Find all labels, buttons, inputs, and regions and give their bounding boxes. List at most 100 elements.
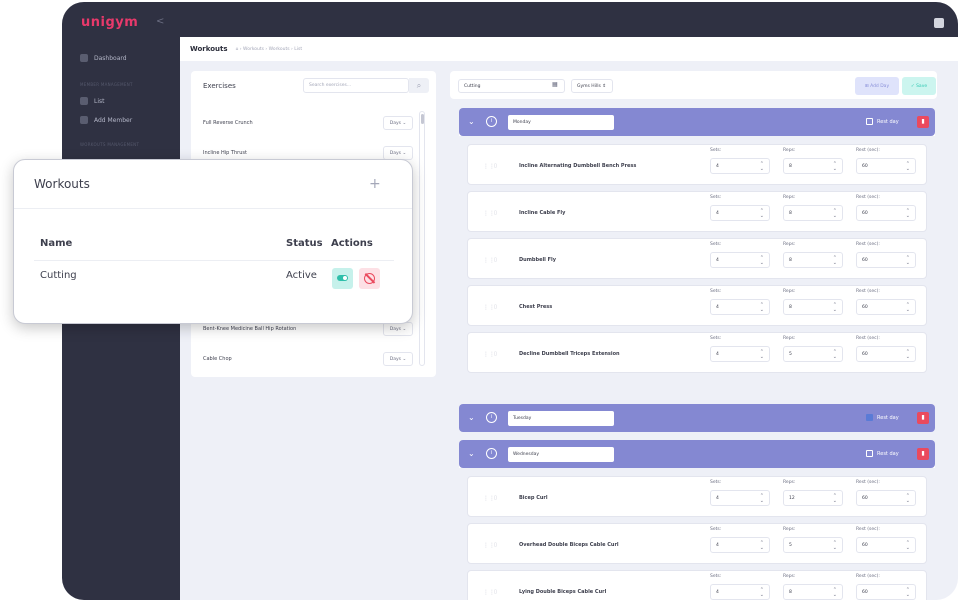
info-icon[interactable]: i xyxy=(486,116,497,127)
add-day-button[interactable]: ⊞ Add Day xyxy=(855,77,899,95)
days-dropdown[interactable]: Days ⌄ xyxy=(383,322,413,336)
info-icon[interactable]: i xyxy=(486,412,497,423)
stepper-icon[interactable]: ⌃ ⌄ xyxy=(906,162,910,172)
stepper-icon[interactable]: ⌃ ⌄ xyxy=(833,303,837,313)
day-header[interactable]: ⌄ i Tuesday Rest day ▮ xyxy=(459,404,935,432)
checkbox-icon[interactable] xyxy=(866,118,873,125)
chevron-left-icon[interactable]: < xyxy=(156,16,164,27)
chevron-down-icon[interactable]: ⌄ xyxy=(468,413,475,422)
sets-input[interactable]: 4 ⌃ ⌄ xyxy=(710,299,770,315)
rest-input[interactable]: 60 ⌃ ⌄ xyxy=(856,299,916,315)
rest-input[interactable]: 60 ⌃ ⌄ xyxy=(856,490,916,506)
trash-icon[interactable]: ▯ xyxy=(494,589,497,595)
sidebar-item-dashboard[interactable]: Dashboard xyxy=(80,54,127,62)
trash-icon[interactable]: ▯ xyxy=(494,210,497,216)
stepper-icon[interactable]: ⌃ ⌄ xyxy=(906,588,910,598)
sets-input[interactable]: 4 ⌃ ⌄ xyxy=(710,252,770,268)
chevron-down-icon[interactable]: ⌄ xyxy=(468,117,475,126)
reps-input[interactable]: 12 ⌃ ⌄ xyxy=(783,490,843,506)
trash-icon[interactable]: ▯ xyxy=(494,257,497,263)
exercise-list-item[interactable]: Incline Hip Thrust Days ⌄ xyxy=(203,146,413,160)
stepper-icon[interactable]: ⌃ ⌄ xyxy=(760,162,764,172)
gym-select[interactable]: Gyms Hills ⇕ xyxy=(571,79,613,93)
stepper-icon[interactable]: ⌃ ⌄ xyxy=(760,494,764,504)
save-button[interactable]: ✓ Save xyxy=(902,77,936,95)
stepper-icon[interactable]: ⌃ ⌄ xyxy=(760,256,764,266)
stepper-icon[interactable]: ⌃ ⌄ xyxy=(760,209,764,219)
rest-day-checkbox[interactable]: Rest day xyxy=(866,414,899,421)
sets-input[interactable]: 4 ⌃ ⌄ xyxy=(710,158,770,174)
user-menu-icon[interactable] xyxy=(934,18,944,28)
day-name-input[interactable]: Monday xyxy=(508,115,614,130)
sets-input[interactable]: 4 ⌃ ⌄ xyxy=(710,205,770,221)
stepper-icon[interactable]: ⌃ ⌄ xyxy=(760,588,764,598)
add-workout-plus-icon[interactable]: + xyxy=(369,176,381,192)
breadcrumb-path[interactable]: ⌂ › Workouts › Workouts › List xyxy=(236,47,303,52)
rest-input[interactable]: 60 ⌃ ⌄ xyxy=(856,252,916,268)
reps-input[interactable]: 8 ⌃ ⌄ xyxy=(783,584,843,600)
stepper-icon[interactable]: ⌃ ⌄ xyxy=(906,256,910,266)
stepper-icon[interactable]: ⌃ ⌄ xyxy=(906,494,910,504)
reps-input[interactable]: 8 ⌃ ⌄ xyxy=(783,205,843,221)
sidebar-item-list[interactable]: List xyxy=(80,97,105,105)
stepper-icon[interactable]: ⌃ ⌄ xyxy=(833,256,837,266)
chevron-down-icon[interactable]: ⌄ xyxy=(468,449,475,458)
activate-toggle-button[interactable] xyxy=(332,268,353,289)
sets-input[interactable]: 4 ⌃ ⌄ xyxy=(710,584,770,600)
sidebar-item-add-member[interactable]: Add Member xyxy=(80,116,132,124)
day-header[interactable]: ⌄ i Monday Rest day ▮ xyxy=(459,108,935,136)
brand-logo[interactable]: unigym xyxy=(81,15,138,30)
info-icon[interactable]: i xyxy=(486,448,497,459)
rest-input[interactable]: 60 ⌃ ⌄ xyxy=(856,537,916,553)
day-name-input[interactable]: Wednesday xyxy=(508,447,614,462)
stepper-icon[interactable]: ⌃ ⌄ xyxy=(906,209,910,219)
stepper-icon[interactable]: ⌃ ⌄ xyxy=(760,303,764,313)
stepper-icon[interactable]: ⌃ ⌄ xyxy=(833,541,837,551)
days-dropdown[interactable]: Days ⌄ xyxy=(383,146,413,160)
trash-icon[interactable]: ▯ xyxy=(494,495,497,501)
trash-icon[interactable]: ▯ xyxy=(494,542,497,548)
stepper-icon[interactable]: ⌃ ⌄ xyxy=(833,209,837,219)
exercise-list-item[interactable]: Full Reverse Crunch Days ⌄ xyxy=(203,116,413,130)
delete-day-button[interactable]: ▮ xyxy=(917,412,929,424)
reps-input[interactable]: 8 ⌃ ⌄ xyxy=(783,252,843,268)
rest-input[interactable]: 60 ⌃ ⌄ xyxy=(856,158,916,174)
checkbox-checked-icon[interactable] xyxy=(866,414,873,421)
scrollbar-thumb[interactable] xyxy=(421,114,424,124)
delete-day-button[interactable]: ▮ xyxy=(917,448,929,460)
reps-input[interactable]: 8 ⌃ ⌄ xyxy=(783,299,843,315)
deactivate-button[interactable] xyxy=(359,268,380,289)
trash-icon[interactable]: ▯ xyxy=(494,304,497,310)
stepper-icon[interactable]: ⌃ ⌄ xyxy=(906,303,910,313)
sets-input[interactable]: 4 ⌃ ⌄ xyxy=(710,537,770,553)
rest-input[interactable]: 60 ⌃ ⌄ xyxy=(856,584,916,600)
stepper-icon[interactable]: ⌃ ⌄ xyxy=(833,588,837,598)
days-dropdown[interactable]: Days ⌄ xyxy=(383,116,413,130)
stepper-icon[interactable]: ⌃ ⌄ xyxy=(906,541,910,551)
day-name-input[interactable]: Tuesday xyxy=(508,411,614,426)
calendar-icon[interactable]: ▦ xyxy=(552,81,558,88)
delete-day-button[interactable]: ▮ xyxy=(917,116,929,128)
sets-input[interactable]: 4 ⌃ ⌄ xyxy=(710,346,770,362)
exercise-search-input[interactable]: Search exercises... xyxy=(303,78,409,93)
trash-icon[interactable]: ▯ xyxy=(494,351,497,357)
stepper-icon[interactable]: ⌃ ⌄ xyxy=(760,541,764,551)
search-icon[interactable]: ⌕ xyxy=(409,78,429,93)
sets-input[interactable]: 4 ⌃ ⌄ xyxy=(710,490,770,506)
rest-input[interactable]: 60 ⌃ ⌄ xyxy=(856,346,916,362)
stepper-icon[interactable]: ⌃ ⌄ xyxy=(833,162,837,172)
exercise-list-item[interactable]: Cable Chop Days ⌄ xyxy=(203,352,413,366)
reps-input[interactable]: 5 ⌃ ⌄ xyxy=(783,537,843,553)
day-header[interactable]: ⌄ i Wednesday Rest day ▮ xyxy=(459,440,935,468)
days-dropdown[interactable]: Days ⌄ xyxy=(383,352,413,366)
stepper-icon[interactable]: ⌃ ⌄ xyxy=(760,350,764,360)
reps-input[interactable]: 5 ⌃ ⌄ xyxy=(783,346,843,362)
stepper-icon[interactable]: ⌃ ⌄ xyxy=(833,494,837,504)
trash-icon[interactable]: ▯ xyxy=(494,163,497,169)
exercise-list-item[interactable]: Bent-Knee Medicine Ball Hip Rotation Days… xyxy=(203,322,413,336)
plan-name-input[interactable]: Cutting xyxy=(458,79,565,93)
rest-day-checkbox[interactable]: Rest day xyxy=(866,450,899,457)
rest-input[interactable]: 60 ⌃ ⌄ xyxy=(856,205,916,221)
rest-day-checkbox[interactable]: Rest day xyxy=(866,118,899,125)
stepper-icon[interactable]: ⌃ ⌄ xyxy=(833,350,837,360)
